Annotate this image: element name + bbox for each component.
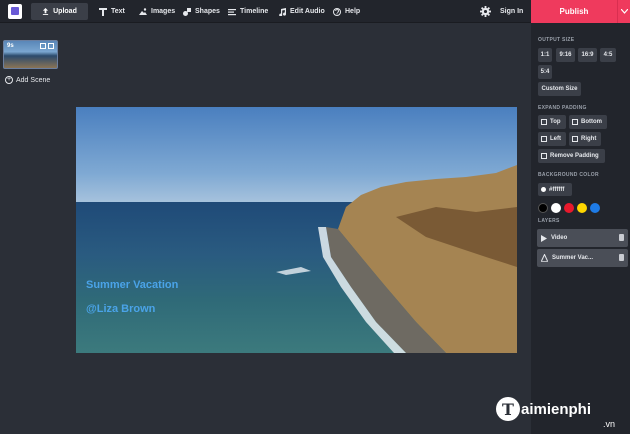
swatch-red[interactable] [564, 203, 574, 213]
app-logo[interactable] [8, 4, 22, 19]
toolbar-text[interactable]: Text [99, 0, 125, 23]
trash-icon[interactable] [619, 234, 624, 241]
background-color-title: BACKGROUND COLOR [538, 172, 599, 178]
add-scene-button[interactable]: + Add Scene [5, 76, 50, 84]
checkbox-icon [541, 136, 547, 142]
scene-settings-icon[interactable] [40, 43, 46, 49]
remove-padding-checkbox[interactable]: Remove Padding [538, 149, 605, 163]
toolbar-edit-audio-label: Edit Audio [290, 8, 325, 15]
sign-in-link[interactable]: Sign In [500, 0, 523, 23]
layers-title: LAYERS [538, 218, 560, 224]
size-option-4-5[interactable]: 4:5 [600, 48, 616, 62]
padding-top-checkbox[interactable]: Top [538, 115, 566, 129]
checkbox-icon [572, 136, 578, 142]
padding-bottom-checkbox[interactable]: Bottom [569, 115, 607, 129]
checkbox-icon [541, 153, 547, 159]
publish-button[interactable]: Publish [531, 0, 617, 23]
scene-actions [40, 43, 54, 49]
toolbar-help-label: Help [345, 8, 361, 15]
padding-top-label: Top [550, 119, 561, 125]
top-toolbar: Upload Text Images Shapes Timeline Edit … [0, 0, 630, 23]
expand-padding-title: EXPAND PADDING [538, 105, 587, 111]
padding-bottom-label: Bottom [581, 119, 602, 125]
swatch-blue[interactable] [590, 203, 600, 213]
watermark: T aimienphi [496, 397, 591, 421]
padding-left-checkbox[interactable]: Left [538, 132, 566, 146]
swatch-yellow[interactable] [577, 203, 587, 213]
swatch-black[interactable] [538, 203, 548, 213]
toolbar-images[interactable]: Images [139, 0, 175, 23]
scene-duplicate-icon[interactable] [48, 43, 54, 49]
caption-author[interactable]: @Liza Brown [86, 303, 155, 315]
custom-size-button[interactable]: Custom Size [538, 82, 581, 96]
images-icon [139, 7, 147, 15]
watermark-logo: T [496, 397, 520, 421]
text-icon [99, 7, 107, 16]
background-color-value: #ffffff [549, 186, 565, 193]
video-canvas[interactable]: Summer Vacation @Liza Brown [76, 107, 517, 353]
watermark-domain: .vn [603, 419, 616, 429]
toolbar-timeline[interactable]: Timeline [228, 0, 268, 23]
toolbar-edit-audio[interactable]: Edit Audio [278, 0, 325, 23]
checkbox-icon [572, 119, 578, 125]
padding-right-checkbox[interactable]: Right [569, 132, 601, 146]
toolbar-help[interactable]: Help [333, 0, 360, 23]
color-dot-icon [541, 187, 546, 192]
toolbar-shapes-label: Shapes [195, 8, 220, 15]
upload-button[interactable]: Upload [31, 3, 88, 20]
toolbar-text-label: Text [111, 8, 125, 15]
background-color-field[interactable]: #ffffff [538, 183, 572, 196]
padding-left-label: Left [550, 136, 561, 142]
settings-gear-icon[interactable] [480, 6, 491, 17]
timeline-icon [228, 8, 236, 15]
play-icon [541, 234, 547, 242]
size-option-1-1[interactable]: 1:1 [538, 48, 552, 62]
audio-icon [279, 7, 286, 16]
shapes-icon [183, 7, 191, 16]
help-icon [333, 7, 341, 16]
size-option-5-4[interactable]: 5:4 [538, 65, 552, 79]
watermark-brand: aimienphi [521, 401, 592, 418]
trash-icon[interactable] [619, 254, 624, 261]
plus-icon: + [5, 76, 13, 84]
layer-item-video[interactable]: Video [537, 229, 628, 247]
swatch-white[interactable] [551, 203, 561, 213]
padding-right-label: Right [581, 136, 597, 142]
checkbox-icon [541, 119, 547, 125]
publish-options-button[interactable] [617, 0, 630, 23]
remove-padding-label: Remove Padding [550, 153, 599, 159]
upload-icon [43, 8, 49, 15]
output-size-title: OUTPUT SIZE [538, 37, 575, 43]
layer-item-text[interactable]: Summer Vac... [537, 249, 628, 267]
text-layer-icon [541, 254, 548, 262]
layer-video-label: Video [551, 235, 568, 241]
scene-thumbnail[interactable]: 9s [3, 40, 58, 69]
size-option-16-9[interactable]: 16:9 [578, 48, 597, 62]
toolbar-images-label: Images [151, 8, 176, 15]
toolbar-shapes[interactable]: Shapes [183, 0, 220, 23]
upload-label: Upload [53, 8, 77, 15]
scene-duration: 9s [7, 43, 14, 49]
caption-title[interactable]: Summer Vacation [86, 279, 178, 291]
canvas-cliff [276, 165, 517, 353]
chevron-down-icon [620, 9, 628, 14]
toolbar-timeline-label: Timeline [240, 8, 269, 15]
size-option-9-16[interactable]: 9:16 [556, 48, 575, 62]
layer-text-label: Summer Vac... [552, 255, 594, 261]
add-scene-label: Add Scene [16, 76, 51, 84]
